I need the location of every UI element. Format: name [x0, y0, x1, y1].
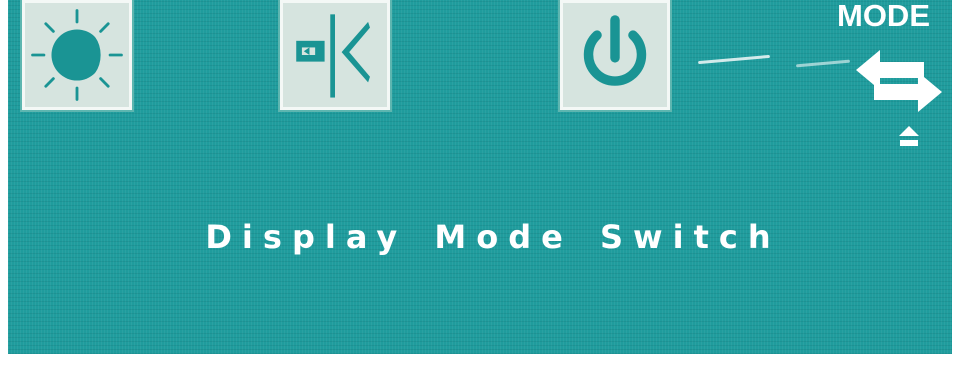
input-source-icon — [296, 14, 370, 98]
up-arrow-icon — [899, 126, 919, 146]
power-button[interactable] — [558, 0, 672, 112]
status-text: Display Mode Switch — [205, 218, 781, 256]
mode-label: MODE — [837, 0, 930, 33]
screen-glare — [795, 59, 851, 68]
screen-glare — [698, 54, 770, 65]
input-source-button[interactable] — [278, 0, 392, 112]
power-icon — [583, 15, 647, 86]
switch-arrows-icon[interactable] — [854, 48, 944, 114]
osd-menu: MODE Display Mode Switch — [8, 0, 952, 354]
brightness-button[interactable] — [20, 0, 134, 112]
brightness-contrast-icon — [31, 9, 123, 101]
bezel-edge — [952, 0, 967, 365]
